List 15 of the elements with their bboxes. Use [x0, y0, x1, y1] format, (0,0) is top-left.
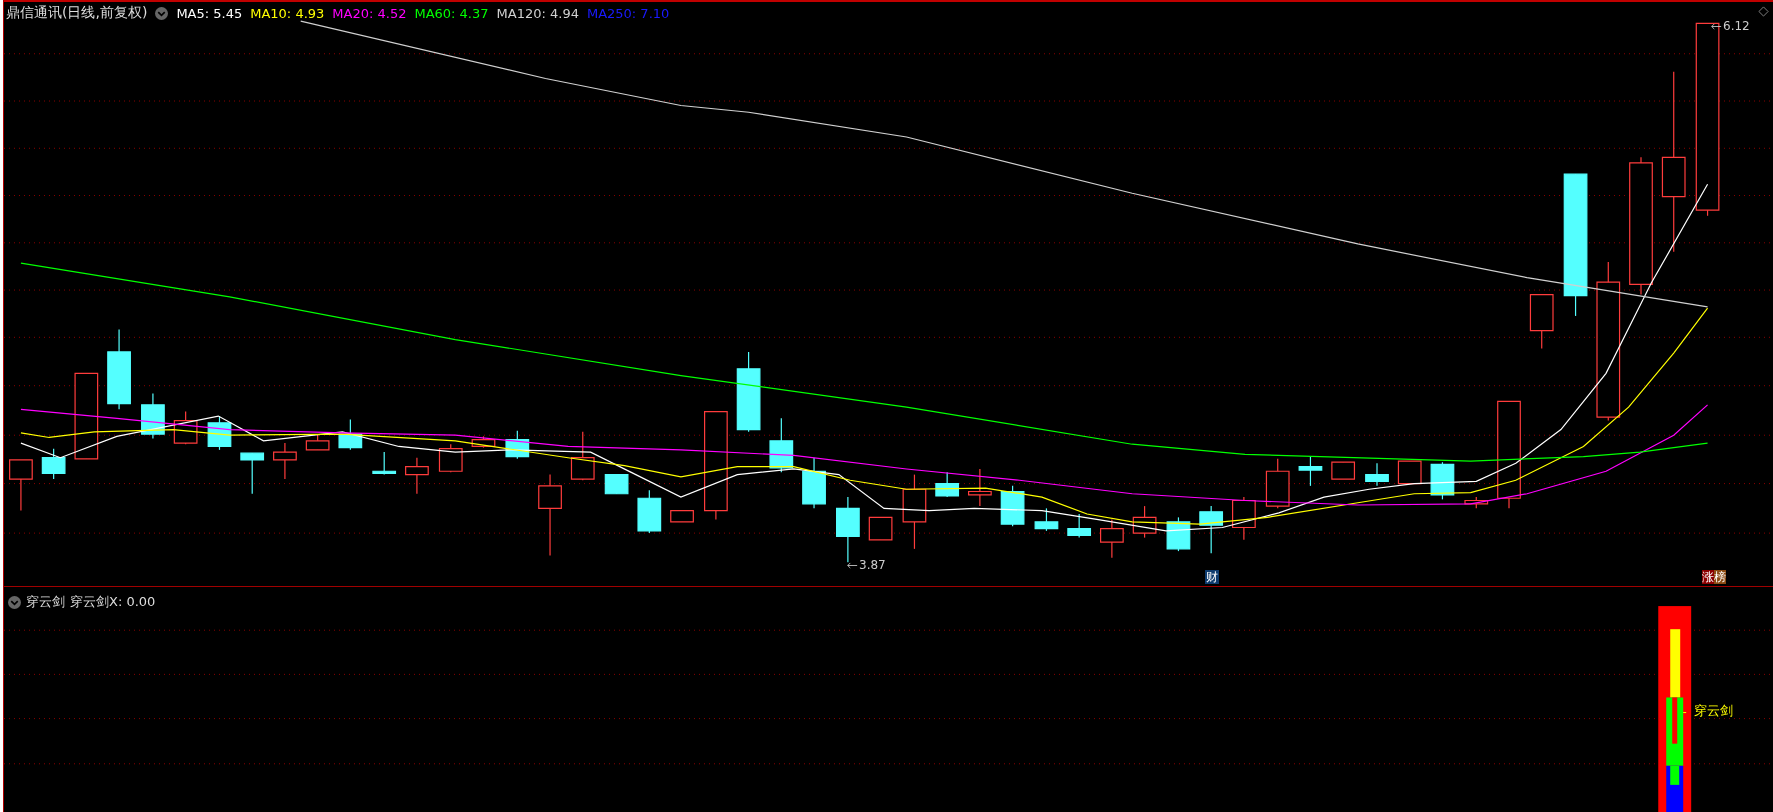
rank-badge[interactable]: 涨: [1702, 570, 1714, 584]
moving-average-value: MA120: 4.94: [496, 5, 579, 21]
low-price-label: 3.87: [859, 558, 886, 572]
moving-average-value: MA10: 4.93: [250, 5, 325, 21]
moving-average-value: MA60: 4.37: [414, 5, 489, 21]
high-price-label: 6.12: [1723, 19, 1750, 33]
finance-badge[interactable]: 财: [1205, 570, 1219, 584]
indicator-name: 穿云剑: [26, 593, 65, 611]
moving-average-value: MA20: 4.52: [332, 5, 407, 21]
moving-average-value: MA5: 5.45: [176, 5, 243, 21]
signal-label: 穿云剑: [1694, 702, 1733, 720]
moving-average-value: MA250: 7.10: [586, 5, 670, 21]
indicator-value: 穿云剑X: 0.00: [70, 593, 156, 611]
stock-title: 鼎信通讯(日线,前复权): [6, 4, 148, 22]
rank-badge[interactable]: 榜: [1714, 570, 1726, 584]
